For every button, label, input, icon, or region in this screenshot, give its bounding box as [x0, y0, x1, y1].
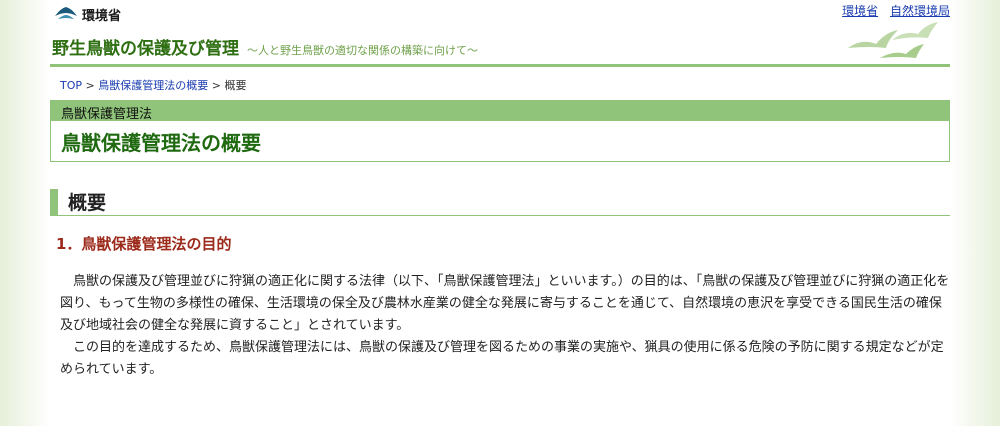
page: 環境省 環境省 自然環境局 野生鳥獣の保護及び管理 ～人と野生鳥獣の適切な関係の… [50, 0, 950, 426]
breadcrumb-current: 概要 [224, 79, 247, 92]
breadcrumb-top[interactable]: TOP [60, 79, 82, 92]
link-nature-bureau[interactable]: 自然環境局 [890, 4, 950, 18]
site-title-main: 野生鳥獣の保護及び管理 [52, 39, 239, 59]
page-title: 鳥獣保護管理法の概要 [61, 131, 261, 155]
left-side-gradient [0, 0, 50, 426]
subheading: 1．鳥獣保護管理法の目的 [56, 235, 232, 253]
top-links: 環境省 自然環境局 [834, 2, 950, 19]
breadcrumb-law-overview[interactable]: 鳥獣保護管理法の概要 [98, 79, 208, 92]
section-heading-text: 概要 [68, 192, 107, 214]
link-ministry[interactable]: 環境省 [842, 4, 878, 18]
paragraph: この目的を達成するため、鳥獣保護管理法には、鳥獣の保護及び管理を図るための事業の… [60, 340, 944, 377]
breadcrumb: TOP > 鳥獣保護管理法の概要 > 概要 [60, 77, 246, 93]
ministry-logo-icon [55, 7, 77, 19]
breadcrumb-separator: > [85, 79, 95, 92]
category-label: 鳥獣保護管理法 [51, 101, 949, 122]
site-title-subtitle: ～人と野生鳥獣の適切な関係の構築に向けて～ [247, 44, 478, 57]
section-heading-bar [50, 188, 58, 215]
swallows-decoration-icon [848, 22, 938, 58]
section-heading: 概要 [50, 188, 950, 216]
breadcrumb-separator: > [211, 79, 221, 92]
title-box: 鳥獣保護管理法 鳥獣保護管理法の概要 [50, 100, 950, 162]
right-side-gradient [950, 0, 1000, 426]
ministry-name: 環境省 [82, 8, 122, 24]
header-divider [50, 64, 950, 67]
ministry-logo-link[interactable]: 環境省 [54, 3, 121, 25]
site-title[interactable]: 野生鳥獣の保護及び管理 ～人と野生鳥獣の適切な関係の構築に向けて～ [52, 34, 478, 59]
body-text: 鳥獣の保護及び管理並びに狩猟の適正化に関する法律（以下、「鳥獣保護管理法」といい… [60, 271, 950, 381]
paragraph: 鳥獣の保護及び管理並びに狩猟の適正化に関する法律（以下、「鳥獣保護管理法」といい… [60, 274, 950, 333]
